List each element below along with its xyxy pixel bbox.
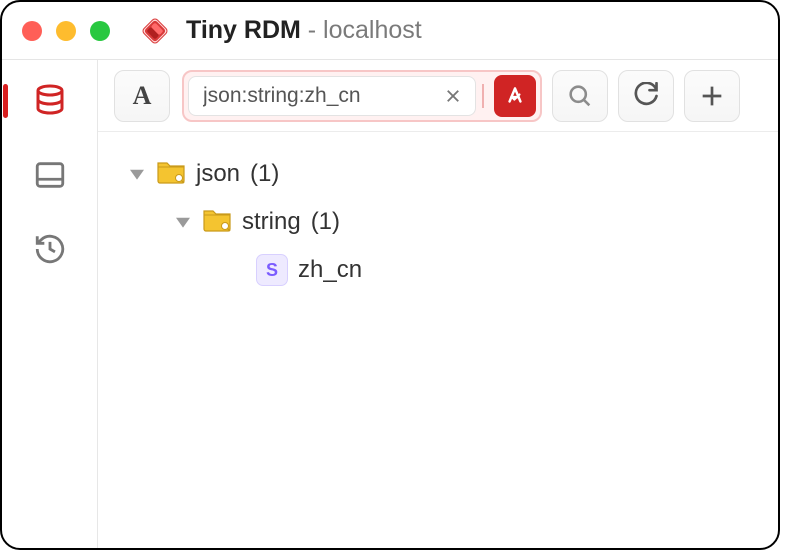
folder-icon: [202, 206, 232, 239]
mode-toggle-button[interactable]: A: [114, 70, 170, 122]
clear-filter-button[interactable]: [441, 84, 465, 108]
filter-cursor: [482, 84, 488, 108]
window-title: Tiny RDM - localhost: [186, 16, 422, 45]
toolbar: A json:string:zh_cn: [98, 60, 778, 132]
search-button[interactable]: [552, 70, 608, 122]
mode-toggle-label: A: [133, 81, 152, 111]
window-maximize-button[interactable]: [90, 21, 110, 41]
tree-node-count: (1): [250, 160, 279, 188]
sidebar: [2, 60, 98, 548]
titlebar: Tiny RDM - localhost: [2, 2, 778, 60]
tree-node-label: string: [242, 208, 301, 236]
tree-key-zh_cn[interactable]: S zh_cn: [108, 246, 768, 294]
app-name: Tiny RDM: [186, 16, 301, 44]
key-type-letter: S: [266, 260, 278, 281]
add-button[interactable]: [684, 70, 740, 122]
filter-box: json:string:zh_cn: [182, 70, 542, 122]
tree-node-json[interactable]: json (1): [108, 150, 768, 198]
sidebar-item-history[interactable]: [27, 226, 73, 272]
key-type-badge: S: [256, 254, 288, 286]
key-tree: json (1) string: [98, 132, 778, 312]
exact-match-button[interactable]: [494, 75, 536, 117]
refresh-button[interactable]: [618, 70, 674, 122]
tree-node-label: json: [196, 160, 240, 188]
tree-node-string[interactable]: string (1): [108, 198, 768, 246]
sidebar-item-server[interactable]: [27, 152, 73, 198]
chevron-down-icon[interactable]: [174, 215, 192, 229]
filter-value: json:string:zh_cn: [203, 84, 435, 108]
tree-node-count: (1): [311, 208, 340, 236]
traffic-lights: [22, 21, 110, 41]
folder-icon: [156, 158, 186, 191]
window-close-button[interactable]: [22, 21, 42, 41]
sidebar-item-database[interactable]: [27, 78, 73, 124]
filter-chip[interactable]: json:string:zh_cn: [188, 76, 476, 116]
tree-key-label: zh_cn: [298, 256, 362, 284]
window-minimize-button[interactable]: [56, 21, 76, 41]
chevron-down-icon[interactable]: [128, 167, 146, 181]
app-icon: [138, 14, 172, 48]
connection-name: - localhost: [308, 16, 422, 44]
